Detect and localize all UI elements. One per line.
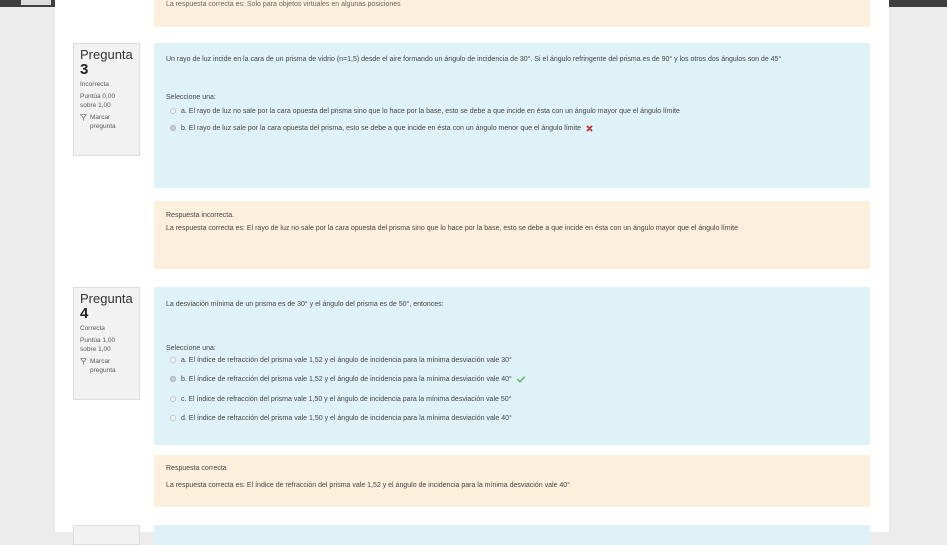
feedback-status: Respuesta incorrecta. <box>166 212 235 219</box>
feedback-status: Respuesta correcta <box>166 465 227 472</box>
flag-label: Marcar <box>90 357 111 365</box>
question-formulation-5 <box>154 525 870 545</box>
correct-check-icon <box>516 376 525 383</box>
radio-button[interactable] <box>170 108 176 115</box>
question-score: Puntúa 0,00 <box>80 93 116 101</box>
question-score-max: sobre 1,00 <box>80 346 111 354</box>
question-number: 3 <box>80 60 89 78</box>
flag-icon <box>80 114 87 121</box>
answer-option-c[interactable]: c. El índice de refracción del prisma va… <box>166 395 858 405</box>
flag-question-link[interactable]: Marcar pregunta <box>80 358 133 376</box>
question-info-3: Pregunta 3 Incorrecta Puntúa 0,00 sobre … <box>73 43 140 156</box>
answer-option-label: b. El rayo de luz sale por la cara opues… <box>181 125 582 133</box>
question-score: Puntúa 1,00 <box>80 337 116 345</box>
answer-option-a[interactable]: a. El índice de refracción del prisma va… <box>166 356 858 366</box>
flag-icon <box>80 358 87 365</box>
answer-option-label: b. El índice de refracción del prisma va… <box>181 376 512 384</box>
radio-button[interactable] <box>170 414 176 421</box>
feedback-correct-answer: La respuesta correcta es: Solo para obje… <box>166 1 401 8</box>
question-feedback-3: Respuesta incorrecta. La respuesta corre… <box>154 201 870 269</box>
answer-option-d[interactable]: d. El índice de refracción del prisma va… <box>166 414 858 424</box>
feedback-correct-answer: La respuesta correcta es: El índice de r… <box>166 482 570 490</box>
question-formulation-3: Un rayo de luz incide en la cara de un p… <box>154 43 870 188</box>
question-number: 4 <box>80 304 89 322</box>
question-state: Correcta <box>80 324 105 332</box>
radio-button[interactable] <box>170 395 176 402</box>
question-feedback-4: Respuesta correcta La respuesta correcta… <box>154 455 870 507</box>
radio-button[interactable] <box>170 357 176 364</box>
question-label: Pregunta <box>80 47 133 62</box>
answer-option-label: c. El índice de refracción del prisma va… <box>181 395 512 403</box>
question-label: Pregunta <box>80 291 133 306</box>
question-formulation-4: La desviación mínima de un prisma es de … <box>154 287 870 445</box>
question-info-4: Pregunta 4 Correcta Puntúa 1,00 sobre 1,… <box>73 287 140 400</box>
answer-option-label: d. El índice de refracción del prisma va… <box>181 414 512 422</box>
navbar-logo[interactable] <box>21 0 51 5</box>
answer-option-b[interactable]: b. El índice de refracción del prisma va… <box>166 375 858 385</box>
flag-label: Marcar <box>90 113 111 121</box>
answer-option-a[interactable]: a. El rayo de luz no sale por la cara op… <box>166 107 858 117</box>
radio-button-selected[interactable] <box>170 125 176 132</box>
question-info-5 <box>73 525 140 545</box>
feedback-correct-answer: La respuesta correcta es: El rayo de luz… <box>166 225 739 233</box>
flag-label-2: pregunta <box>90 366 116 374</box>
radio-button-selected[interactable] <box>170 376 176 383</box>
answer-option-b[interactable]: b. El rayo de luz sale por la cara opues… <box>166 124 858 134</box>
previous-question-feedback: La respuesta correcta es: Solo para obje… <box>154 0 870 27</box>
incorrect-x-icon <box>586 125 593 132</box>
select-prompt: Seleccione una: <box>166 345 216 353</box>
answer-option-label: a. El rayo de luz no sale por la cara op… <box>181 108 680 116</box>
flag-question-link[interactable]: Marcar pregunta <box>80 114 133 132</box>
answer-option-label: a. El índice de refracción del prisma va… <box>181 357 512 365</box>
question-state: Incorrecta <box>80 80 109 88</box>
question-score-max: sobre 1,00 <box>80 102 111 110</box>
question-text: La desviación mínima de un prisma es de … <box>166 301 444 308</box>
flag-label-2: pregunta <box>90 122 116 130</box>
select-prompt: Seleccione una: <box>166 94 216 102</box>
question-text: Un rayo de luz incide en la cara de un p… <box>166 56 782 63</box>
